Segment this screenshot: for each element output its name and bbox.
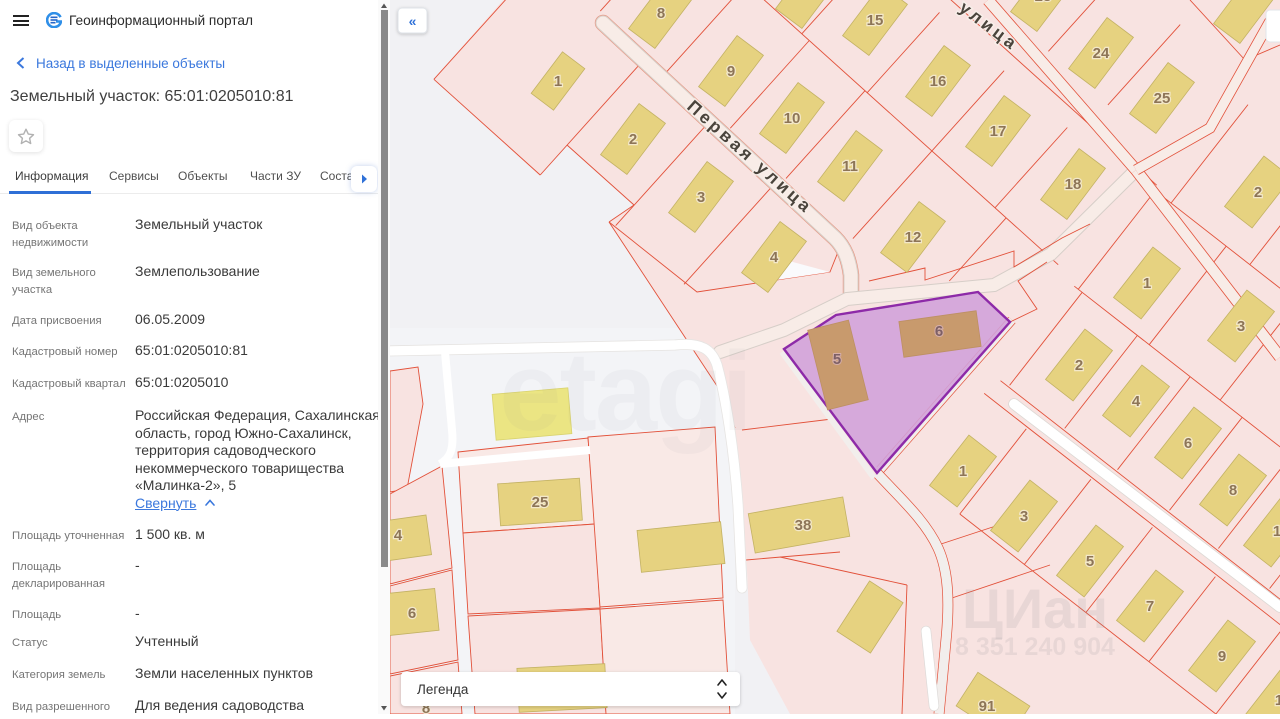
svg-text:1: 1 [1273,523,1280,540]
svg-text:38: 38 [795,517,812,534]
svg-text:25: 25 [1154,90,1171,107]
svg-text:11: 11 [842,158,858,175]
svg-text:1: 1 [1275,692,1280,709]
svg-text:3: 3 [697,189,705,206]
svg-text:91: 91 [979,698,996,714]
svg-text:12: 12 [905,229,922,246]
svg-text:24: 24 [1093,45,1110,62]
svg-text:5: 5 [833,351,841,368]
svg-text:2: 2 [629,131,637,148]
svg-text:8: 8 [1229,482,1237,499]
svg-text:1: 1 [1143,275,1151,292]
svg-text:7: 7 [1146,598,1154,615]
svg-text:2: 2 [1254,184,1262,201]
svg-text:ЦИан: ЦИан [962,577,1108,640]
svg-text:25: 25 [532,494,549,511]
svg-text:8: 8 [657,5,665,22]
svg-text:2: 2 [1075,357,1083,374]
svg-text:«: « [409,13,417,29]
svg-text:1: 1 [959,463,967,480]
svg-text:4: 4 [770,249,779,266]
svg-text:5: 5 [1086,553,1094,570]
svg-text:9: 9 [727,63,735,80]
svg-text:23: 23 [1035,0,1052,5]
svg-text:9: 9 [1218,648,1226,665]
svg-text:etagi: etagi [499,329,750,454]
svg-text:Легенда: Легенда [417,682,469,697]
svg-text:8 351 240 904: 8 351 240 904 [955,633,1115,661]
svg-text:4: 4 [394,527,403,544]
svg-text:1: 1 [554,73,562,90]
svg-text:3: 3 [1237,318,1245,335]
svg-text:6: 6 [935,323,943,340]
svg-text:18: 18 [1065,176,1082,193]
svg-text:6: 6 [1184,435,1192,452]
svg-text:3: 3 [1020,508,1028,525]
svg-text:6: 6 [408,605,416,622]
svg-text:10: 10 [784,110,801,127]
svg-text:17: 17 [990,123,1007,140]
svg-text:15: 15 [867,12,884,29]
svg-text:4: 4 [1132,393,1141,410]
svg-text:16: 16 [930,73,947,90]
